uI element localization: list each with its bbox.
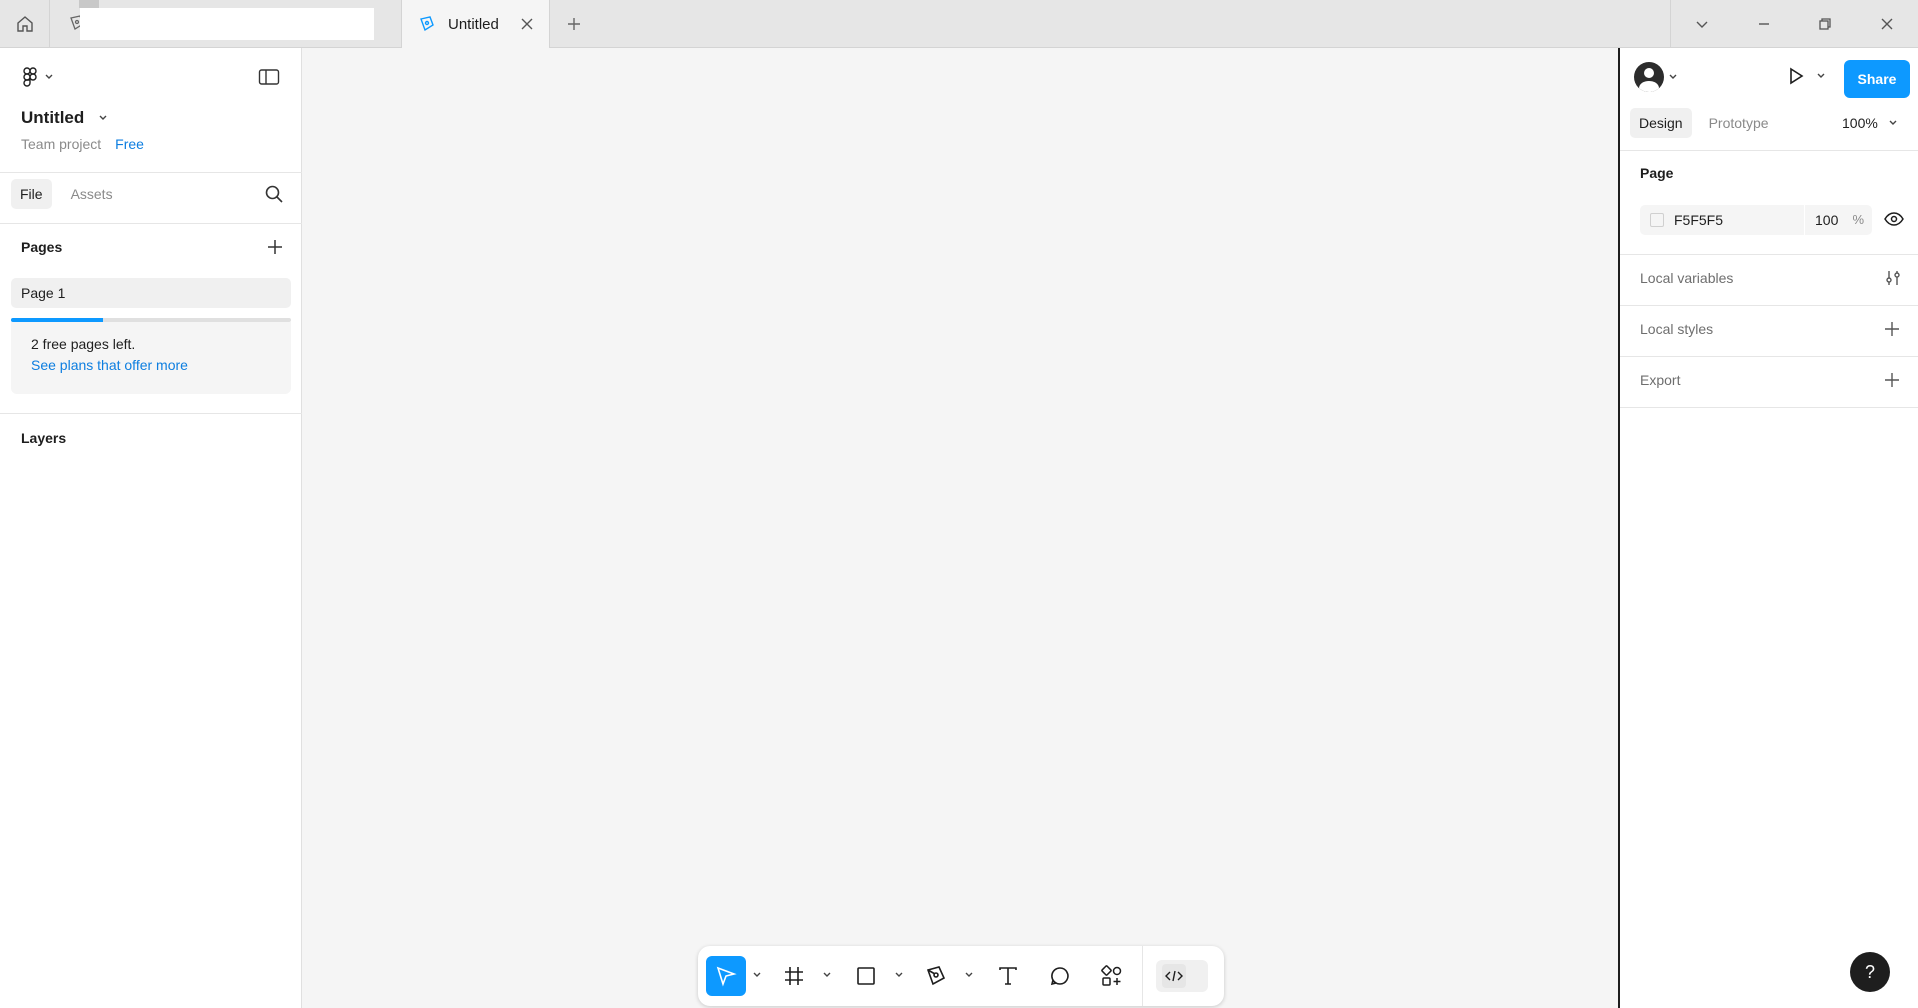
share-button[interactable]: Share bbox=[1844, 60, 1910, 98]
upsell-text: 2 free pages left. bbox=[31, 336, 136, 352]
page-section-heading: Page bbox=[1640, 165, 1674, 181]
pen-icon bbox=[926, 966, 946, 986]
plan-badge[interactable]: Free bbox=[115, 136, 144, 152]
user-menu-button[interactable] bbox=[1634, 62, 1678, 92]
chevron-down-icon bbox=[1817, 73, 1825, 78]
divider bbox=[1620, 407, 1918, 408]
export-section[interactable]: Export bbox=[1640, 372, 1680, 388]
file-title: Untitled bbox=[21, 108, 85, 127]
tab-label: Untitled bbox=[448, 15, 499, 33]
layers-heading: Layers bbox=[21, 430, 67, 446]
rectangle-icon bbox=[857, 967, 875, 985]
add-page-icon[interactable] bbox=[266, 238, 284, 256]
pages-heading: Pages bbox=[21, 239, 63, 255]
zoom-level: 100% bbox=[1842, 115, 1878, 131]
team-label[interactable]: Team project bbox=[21, 136, 101, 152]
tab-prototype[interactable]: Prototype bbox=[1700, 108, 1778, 138]
text-icon bbox=[999, 967, 1017, 985]
eye-icon[interactable] bbox=[1884, 211, 1904, 227]
pen-tool[interactable] bbox=[916, 956, 956, 996]
divider bbox=[0, 223, 302, 224]
minimize-icon[interactable] bbox=[1752, 12, 1776, 36]
avatar bbox=[1634, 62, 1664, 92]
fill-hex-value[interactable]: F5F5F5 bbox=[1674, 212, 1723, 228]
tab-assets[interactable]: Assets bbox=[62, 179, 122, 209]
tab-title-placeholder bbox=[80, 8, 374, 40]
play-icon bbox=[1790, 67, 1804, 85]
toolbar-divider bbox=[1142, 946, 1143, 1006]
file-name-button[interactable]: Untitled bbox=[21, 108, 108, 128]
actions-icon bbox=[1101, 965, 1122, 986]
local-styles-section[interactable]: Local styles bbox=[1640, 321, 1713, 337]
window-controls bbox=[1670, 0, 1918, 48]
left-panel: Untitled Team project Free File Assets P… bbox=[0, 48, 302, 1008]
code-icon bbox=[1162, 964, 1186, 988]
blank-tab[interactable] bbox=[50, 0, 402, 48]
help-button[interactable]: ? bbox=[1850, 952, 1890, 992]
pen-file-icon bbox=[420, 16, 434, 32]
home-button[interactable] bbox=[0, 0, 50, 48]
title-bar: Untitled bbox=[0, 0, 1918, 48]
sliders-icon[interactable] bbox=[1884, 269, 1902, 287]
bottom-toolbar bbox=[698, 946, 1224, 1006]
chevron-down-icon[interactable] bbox=[964, 970, 974, 980]
page-fill-field[interactable]: F5F5F5 100 % bbox=[1640, 205, 1872, 235]
panel-tabs: File Assets bbox=[11, 179, 122, 209]
color-swatch[interactable] bbox=[1650, 213, 1664, 227]
tab-untitled[interactable]: Untitled bbox=[402, 0, 550, 48]
plus-icon bbox=[568, 18, 580, 30]
comment-icon bbox=[1050, 967, 1069, 986]
actions-tool[interactable] bbox=[1092, 956, 1132, 996]
tab-design[interactable]: Design bbox=[1630, 108, 1692, 138]
divider bbox=[0, 172, 302, 173]
new-tab-button[interactable] bbox=[562, 12, 586, 36]
plus-icon[interactable] bbox=[1884, 321, 1900, 337]
chevron-down-icon[interactable] bbox=[822, 970, 832, 980]
tab-indicator bbox=[79, 0, 99, 8]
file-location: Team project Free bbox=[21, 136, 144, 152]
divider bbox=[1620, 150, 1918, 151]
divider bbox=[1620, 254, 1918, 255]
tab-file[interactable]: File bbox=[11, 179, 52, 209]
local-variables-section[interactable]: Local variables bbox=[1640, 270, 1733, 286]
close-window-icon[interactable] bbox=[1875, 12, 1899, 36]
cursor-icon bbox=[716, 966, 737, 987]
plus-icon[interactable] bbox=[1884, 372, 1900, 388]
chevron-down-icon bbox=[1669, 74, 1677, 79]
restore-icon[interactable] bbox=[1813, 12, 1837, 36]
comment-tool[interactable] bbox=[1040, 956, 1080, 996]
zoom-dropdown[interactable]: 100% bbox=[1842, 115, 1898, 131]
figma-logo-icon bbox=[23, 67, 37, 87]
chevron-down-icon bbox=[45, 74, 53, 79]
chevron-down-icon[interactable] bbox=[894, 970, 904, 980]
divider bbox=[1620, 356, 1918, 357]
fill-opacity-value[interactable]: 100 bbox=[1804, 205, 1838, 235]
properties-tabs: Design Prototype bbox=[1630, 108, 1778, 138]
upsell-box: 2 free pages left. See plans that offer … bbox=[11, 322, 291, 394]
right-panel: Share Design Prototype 100% Page F5F5F5 … bbox=[1618, 48, 1918, 1008]
search-icon[interactable] bbox=[264, 184, 284, 204]
page-item[interactable]: Page 1 bbox=[11, 278, 291, 308]
see-plans-link[interactable]: See plans that offer more bbox=[31, 357, 271, 373]
main-menu-button[interactable] bbox=[20, 66, 54, 88]
sidebar-toggle-icon[interactable] bbox=[258, 68, 280, 86]
frame-icon bbox=[785, 967, 803, 985]
percent-sign: % bbox=[1852, 212, 1864, 227]
user-icon bbox=[1639, 68, 1659, 92]
close-icon[interactable] bbox=[519, 16, 535, 32]
move-tool[interactable] bbox=[706, 956, 746, 996]
home-icon bbox=[16, 16, 33, 32]
chevron-down-icon[interactable] bbox=[1690, 12, 1714, 36]
divider bbox=[0, 413, 302, 414]
chevron-down-icon[interactable] bbox=[752, 970, 762, 980]
canvas[interactable] bbox=[303, 48, 1618, 1008]
chevron-down-icon bbox=[1889, 120, 1897, 125]
dev-mode-toggle[interactable] bbox=[1156, 960, 1208, 992]
rectangle-tool[interactable] bbox=[846, 956, 886, 996]
present-button[interactable] bbox=[1786, 66, 1826, 86]
frame-tool[interactable] bbox=[774, 956, 814, 996]
text-tool[interactable] bbox=[988, 956, 1028, 996]
chevron-down-icon bbox=[99, 115, 107, 120]
divider bbox=[1620, 305, 1918, 306]
